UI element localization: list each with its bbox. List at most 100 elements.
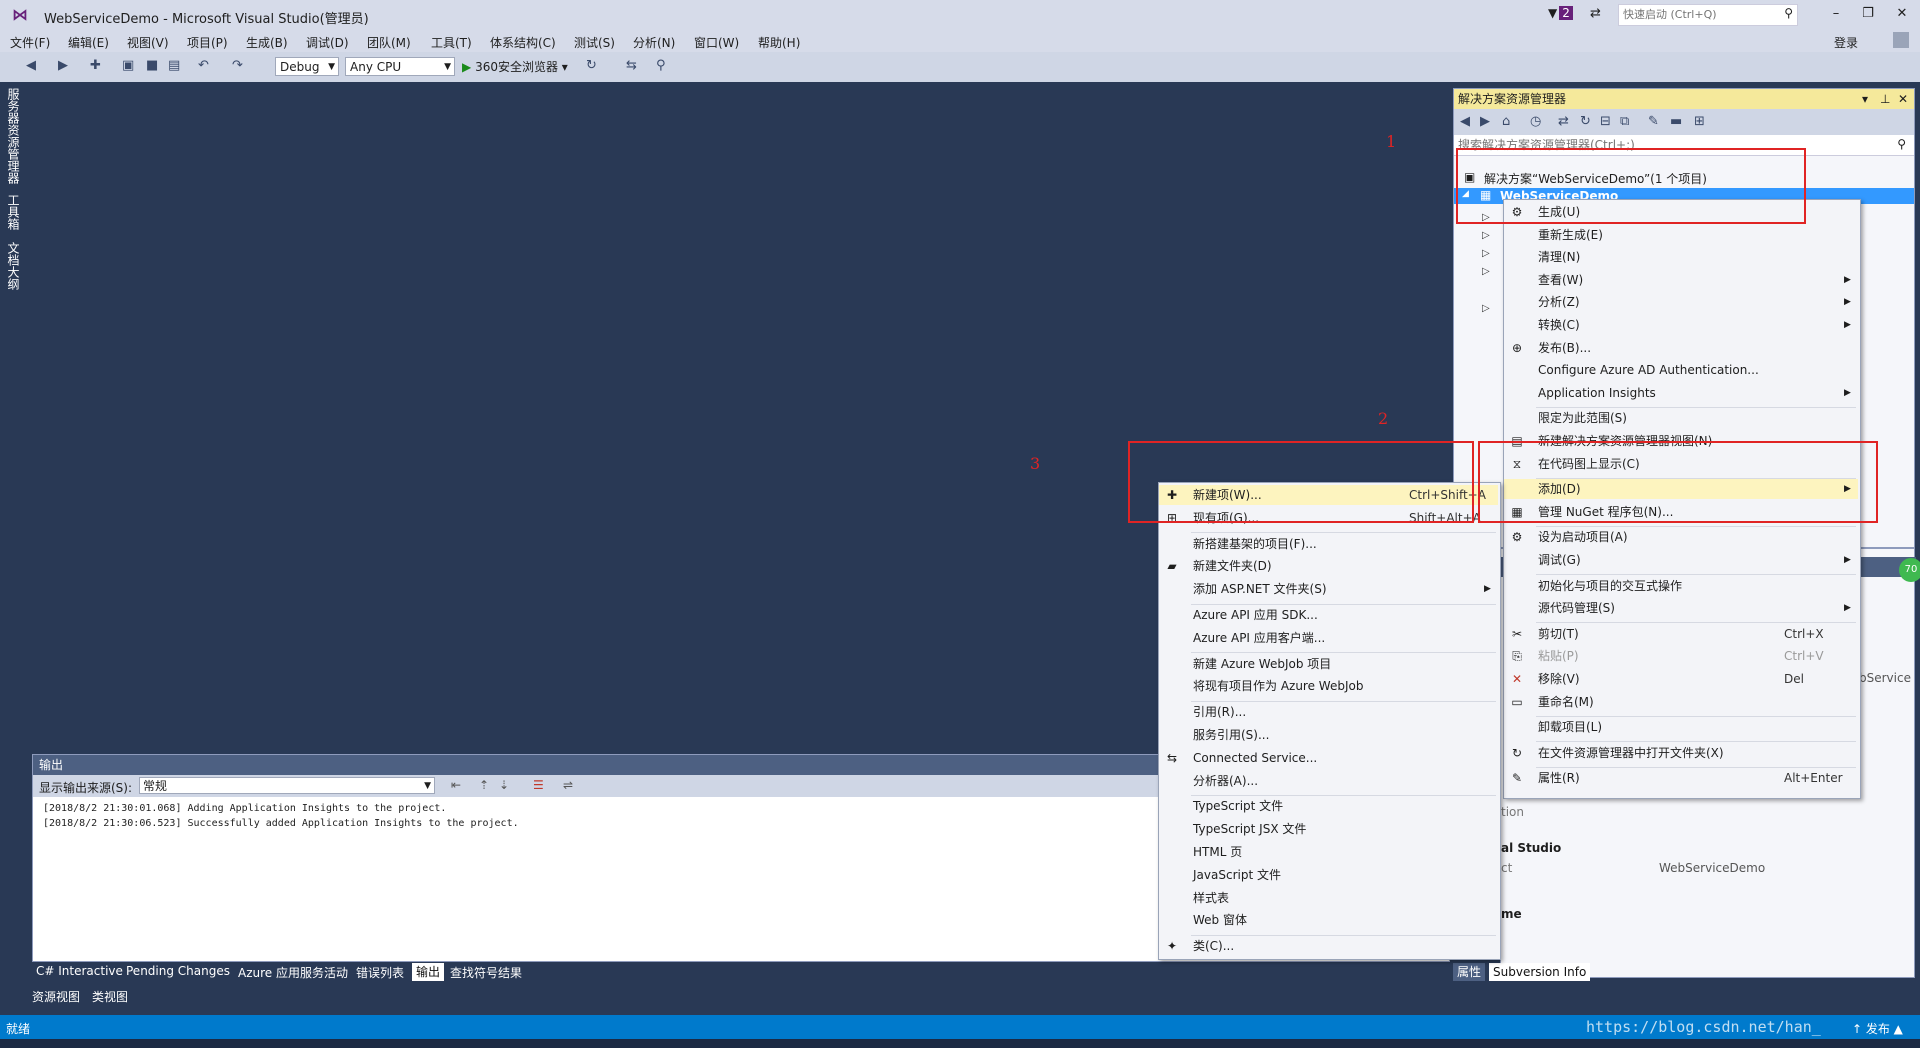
back-icon[interactable]: ◀ <box>1460 114 1470 129</box>
refresh-icon[interactable]: ↻ <box>586 58 597 73</box>
next-message-icon[interactable]: ⇣ <box>499 778 509 792</box>
clear-all-icon[interactable]: ☰ <box>533 778 544 792</box>
quick-launch-input[interactable] <box>1619 5 1777 23</box>
notification-flag[interactable]: ▼ 2 <box>1548 6 1573 20</box>
project-menu-item-源代码管理[interactable]: 源代码管理(S) ▶ <box>1504 598 1858 618</box>
add-menu-item-typescript-文件[interactable]: TypeScript 文件 <box>1159 796 1498 816</box>
publish-button[interactable]: ↑ 发布 ▲ <box>1852 1020 1903 1037</box>
expand-arrow-icon[interactable]: ▷ <box>1482 266 1490 277</box>
project-menu-item-分析[interactable]: 分析(Z) ▶ <box>1504 292 1858 312</box>
add-menu-item-azure-api-应用客户端[interactable]: Azure API 应用客户端... <box>1159 628 1498 648</box>
close-icon[interactable]: ✕ <box>1898 89 1908 109</box>
project-menu-item-发布[interactable]: ⊕ 发布(B)... <box>1504 338 1858 358</box>
menu-team[interactable]: 团队(M) <box>367 34 411 51</box>
tab-output[interactable]: 输出 <box>412 963 445 981</box>
add-menu-item-将现有项目作为-azure-webjob[interactable]: 将现有项目作为 Azure WebJob <box>1159 676 1498 696</box>
project-menu-item-初始化与项目的交互式操作[interactable]: 初始化与项目的交互式操作 <box>1504 576 1858 596</box>
add-menu-item-新建文件夹[interactable]: ▰ 新建文件夹(D) <box>1159 556 1498 576</box>
forward-icon[interactable]: ▶ <box>58 58 68 73</box>
add-menu-item-connected-service[interactable]: ⇆ Connected Service... <box>1159 748 1498 768</box>
refresh-icon[interactable]: ↻ <box>1580 114 1591 129</box>
menu-test[interactable]: 测试(S) <box>574 34 615 51</box>
menu-architecture[interactable]: 体系结构(C) <box>490 34 556 51</box>
project-menu-item-属性[interactable]: ✎ 属性(R) Alt+Enter <box>1504 768 1858 788</box>
collapse-all-icon[interactable]: ⊟ <box>1600 114 1611 129</box>
project-menu-item-转换[interactable]: 转换(C) ▶ <box>1504 315 1858 335</box>
expand-arrow-icon[interactable]: ▷ <box>1482 248 1490 259</box>
close-button[interactable]: ✕ <box>1890 4 1914 24</box>
project-menu-item-移除[interactable]: ✕ 移除(V) Del <box>1504 669 1858 689</box>
project-menu-item-剪切[interactable]: ✂ 剪切(T) Ctrl+X <box>1504 624 1858 644</box>
platform-dropdown[interactable]: Any CPU ▼ <box>345 57 455 76</box>
add-menu-item-添加-asp-net-文件夹[interactable]: 添加 ASP.NET 文件夹(S) ▶ <box>1159 579 1498 599</box>
menu-file[interactable]: 文件(F) <box>10 34 50 51</box>
tab-find-symbol-results[interactable]: 查找符号结果 <box>450 964 522 981</box>
project-menu-item-限定为此范围[interactable]: 限定为此范围(S) <box>1504 408 1858 428</box>
add-menu-item-新搭建基架的项目[interactable]: 新搭建基架的项目(F)... <box>1159 534 1498 554</box>
project-menu-item-设为启动项目[interactable]: ⚙ 设为启动项目(A) <box>1504 527 1858 547</box>
new-project-icon[interactable]: ✚ <box>90 58 101 73</box>
output-source-dropdown[interactable]: 常规 ▼ <box>139 777 435 794</box>
tab-azure-app-service-activity[interactable]: Azure 应用服务活动 <box>238 964 348 981</box>
tab-pending-changes[interactable]: Pending Changes <box>126 964 230 978</box>
redo-icon[interactable]: ↷ <box>232 58 243 73</box>
project-menu-item-粘贴[interactable]: ⎘ 粘贴(P) Ctrl+V <box>1504 646 1858 666</box>
open-file-icon[interactable]: ▣ <box>122 58 134 73</box>
tab-subversion-info[interactable]: Subversion Info <box>1489 963 1591 981</box>
add-menu-item-azure-api-应用-sdk[interactable]: Azure API 应用 SDK... <box>1159 605 1498 625</box>
menu-build[interactable]: 生成(B) <box>246 34 288 51</box>
add-menu-item-样式表[interactable]: 样式表 <box>1159 888 1498 908</box>
feedback-icon[interactable]: ⇄ <box>1590 6 1601 21</box>
configuration-dropdown[interactable]: Debug ▼ <box>275 57 339 76</box>
add-menu-item-类[interactable]: ✦ 类(C)... <box>1159 936 1498 956</box>
start-debugging-button[interactable]: ▶ 360安全浏览器 ▾ <box>462 58 568 75</box>
save-icon[interactable]: ■ <box>146 58 158 73</box>
menu-edit[interactable]: 编辑(E) <box>68 34 109 51</box>
browser-link-icon[interactable]: ⇆ <box>626 58 637 73</box>
menu-project[interactable]: 项目(P) <box>187 34 228 51</box>
save-all-icon[interactable]: ▤ <box>168 58 180 73</box>
tab-class-view[interactable]: 类视图 <box>92 988 128 1005</box>
menu-tools[interactable]: 工具(T) <box>431 34 472 51</box>
forward-icon[interactable]: ▶ <box>1480 114 1490 129</box>
dropdown-icon[interactable]: ▾ <box>1862 89 1868 109</box>
menu-help[interactable]: 帮助(H) <box>758 34 800 51</box>
word-wrap-icon[interactable]: ⇌ <box>563 778 573 792</box>
add-menu-item-服务引用[interactable]: 服务引用(S)... <box>1159 725 1498 745</box>
tab-error-list[interactable]: 错误列表 <box>356 964 404 981</box>
tab-resource-view[interactable]: 资源视图 <box>32 988 80 1005</box>
tab-properties[interactable]: 属性 <box>1453 963 1486 981</box>
tab-toolbox[interactable]: 工具箱 <box>4 194 22 230</box>
home-icon[interactable]: ⌂ <box>1502 114 1510 129</box>
add-menu-item-typescript-jsx-文件[interactable]: TypeScript JSX 文件 <box>1159 819 1498 839</box>
add-menu-item-html-页[interactable]: HTML 页 <box>1159 842 1498 862</box>
account-icon[interactable] <box>1893 32 1909 48</box>
back-icon[interactable]: ◀ <box>26 58 36 73</box>
add-menu-item-新建-azure-webjob-项目[interactable]: 新建 Azure WebJob 项目 <box>1159 654 1498 674</box>
history-icon[interactable]: ◷ <box>1530 114 1541 129</box>
menu-analyze[interactable]: 分析(N) <box>633 34 675 51</box>
perf-badge[interactable]: 70 <box>1899 558 1920 582</box>
preview-icon[interactable]: ▬ <box>1670 114 1682 129</box>
menu-debug[interactable]: 调试(D) <box>306 34 349 51</box>
goto-message-icon[interactable]: ⇤ <box>451 778 461 792</box>
project-menu-item-重新生成[interactable]: 重新生成(E) <box>1504 225 1858 245</box>
minimize-button[interactable]: – <box>1824 4 1848 24</box>
menu-window[interactable]: 窗口(W) <box>694 34 739 51</box>
pin-icon[interactable]: ⊥ <box>1880 89 1890 109</box>
login-link[interactable]: 登录 <box>1834 34 1858 51</box>
add-menu-item-分析器[interactable]: 分析器(A)... <box>1159 771 1498 791</box>
expand-arrow-icon[interactable]: ▷ <box>1482 230 1490 241</box>
project-menu-item-清理[interactable]: 清理(N) <box>1504 247 1858 267</box>
properties-wrench-icon[interactable]: ✎ <box>1648 114 1659 129</box>
undo-icon[interactable]: ↶ <box>198 58 209 73</box>
project-menu-item-在文件资源管理器中打开文件夹[interactable]: ↻ 在文件资源管理器中打开文件夹(X) <box>1504 743 1858 763</box>
project-menu-item-卸载项目[interactable]: 卸载项目(L) <box>1504 717 1858 737</box>
project-menu-item-调试[interactable]: 调试(G) ▶ <box>1504 550 1858 570</box>
add-menu-item-javascript-文件[interactable]: JavaScript 文件 <box>1159 865 1498 885</box>
class-diagram-icon[interactable]: ⊞ <box>1694 114 1705 129</box>
tab-server-explorer[interactable]: 服务器资源管理器 <box>4 88 22 184</box>
quick-launch[interactable]: ⚲ <box>1618 4 1798 26</box>
project-menu-item-重命名[interactable]: ▭ 重命名(M) <box>1504 692 1858 712</box>
project-menu-item-application-insights[interactable]: Application Insights ▶ <box>1504 383 1858 403</box>
